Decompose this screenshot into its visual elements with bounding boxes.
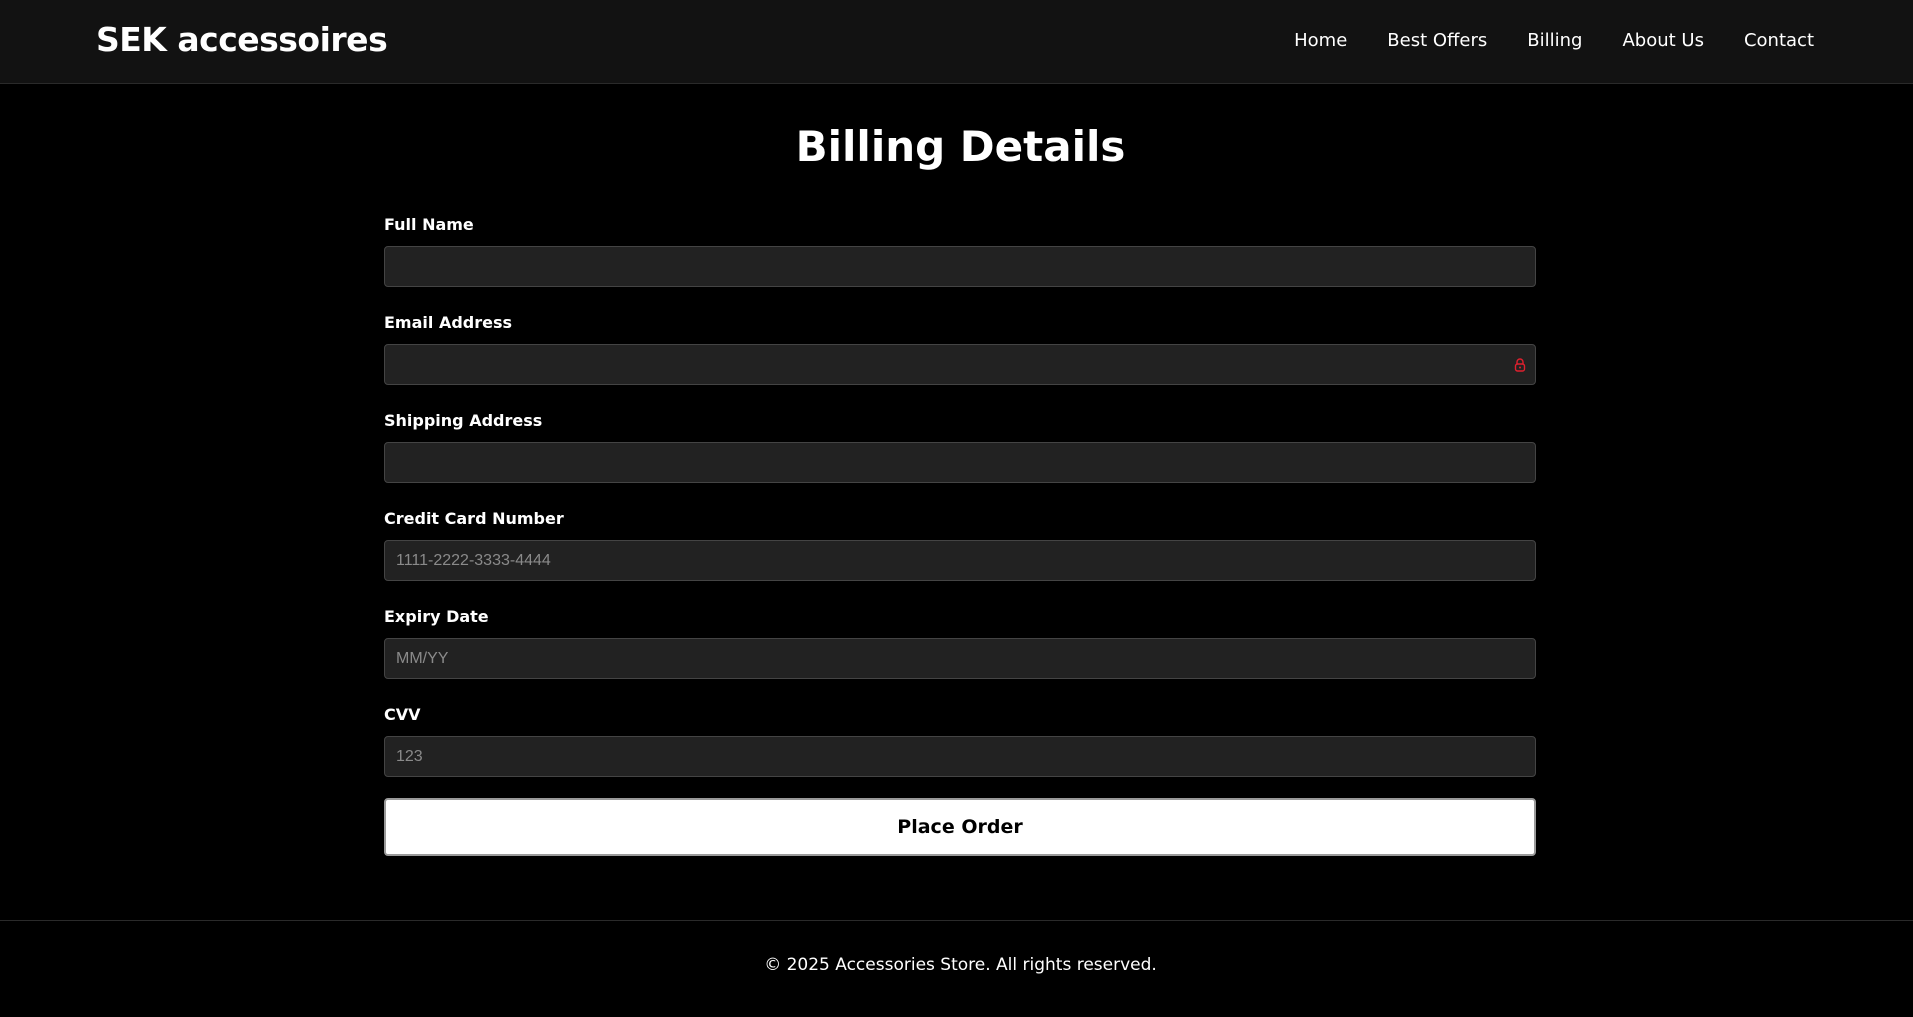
place-order-button[interactable]: Place Order	[384, 798, 1536, 856]
billing-form: Full Name Email Address Shipping Address…	[384, 212, 1536, 800]
shipping-address-label: Shipping Address	[384, 411, 543, 430]
shipping-address-group: Shipping Address	[384, 408, 1536, 506]
email-group: Email Address	[384, 310, 1536, 408]
nav-item-contact[interactable]: Contact	[1744, 30, 1814, 51]
card-number-label: Credit Card Number	[384, 509, 564, 528]
cvv-label: CVV	[384, 705, 421, 724]
lock-icon[interactable]	[1514, 358, 1526, 372]
email-label: Email Address	[384, 313, 513, 332]
nav-item-home[interactable]: Home	[1294, 30, 1347, 51]
card-number-group: Credit Card Number	[384, 506, 1536, 604]
site-footer: © 2025 Accessories Store. All rights res…	[0, 920, 1913, 1017]
footer-copyright: © 2025 Accessories Store. All rights res…	[764, 955, 1157, 975]
expiry-date-label: Expiry Date	[384, 607, 489, 626]
expiry-date-input[interactable]	[384, 638, 1536, 679]
brand-logo[interactable]: SEK accessoires	[96, 20, 388, 59]
page-title: Billing Details	[795, 122, 1126, 171]
cvv-input[interactable]	[384, 736, 1536, 777]
full-name-group: Full Name	[384, 212, 1536, 310]
full-name-label: Full Name	[384, 215, 474, 234]
expiry-date-group: Expiry Date	[384, 604, 1536, 702]
card-number-input[interactable]	[384, 540, 1536, 581]
nav-item-billing[interactable]: Billing	[1527, 30, 1582, 51]
site-header: SEK accessoires Home Best Offers Billing…	[0, 0, 1913, 84]
nav-item-about-us[interactable]: About Us	[1622, 30, 1704, 51]
cvv-group: CVV	[384, 702, 1536, 800]
nav-item-best-offers[interactable]: Best Offers	[1387, 30, 1487, 51]
shipping-address-input[interactable]	[384, 442, 1536, 483]
email-input[interactable]	[384, 344, 1536, 385]
full-name-input[interactable]	[384, 246, 1536, 287]
main-nav: Home Best Offers Billing About Us Contac…	[1294, 30, 1814, 51]
